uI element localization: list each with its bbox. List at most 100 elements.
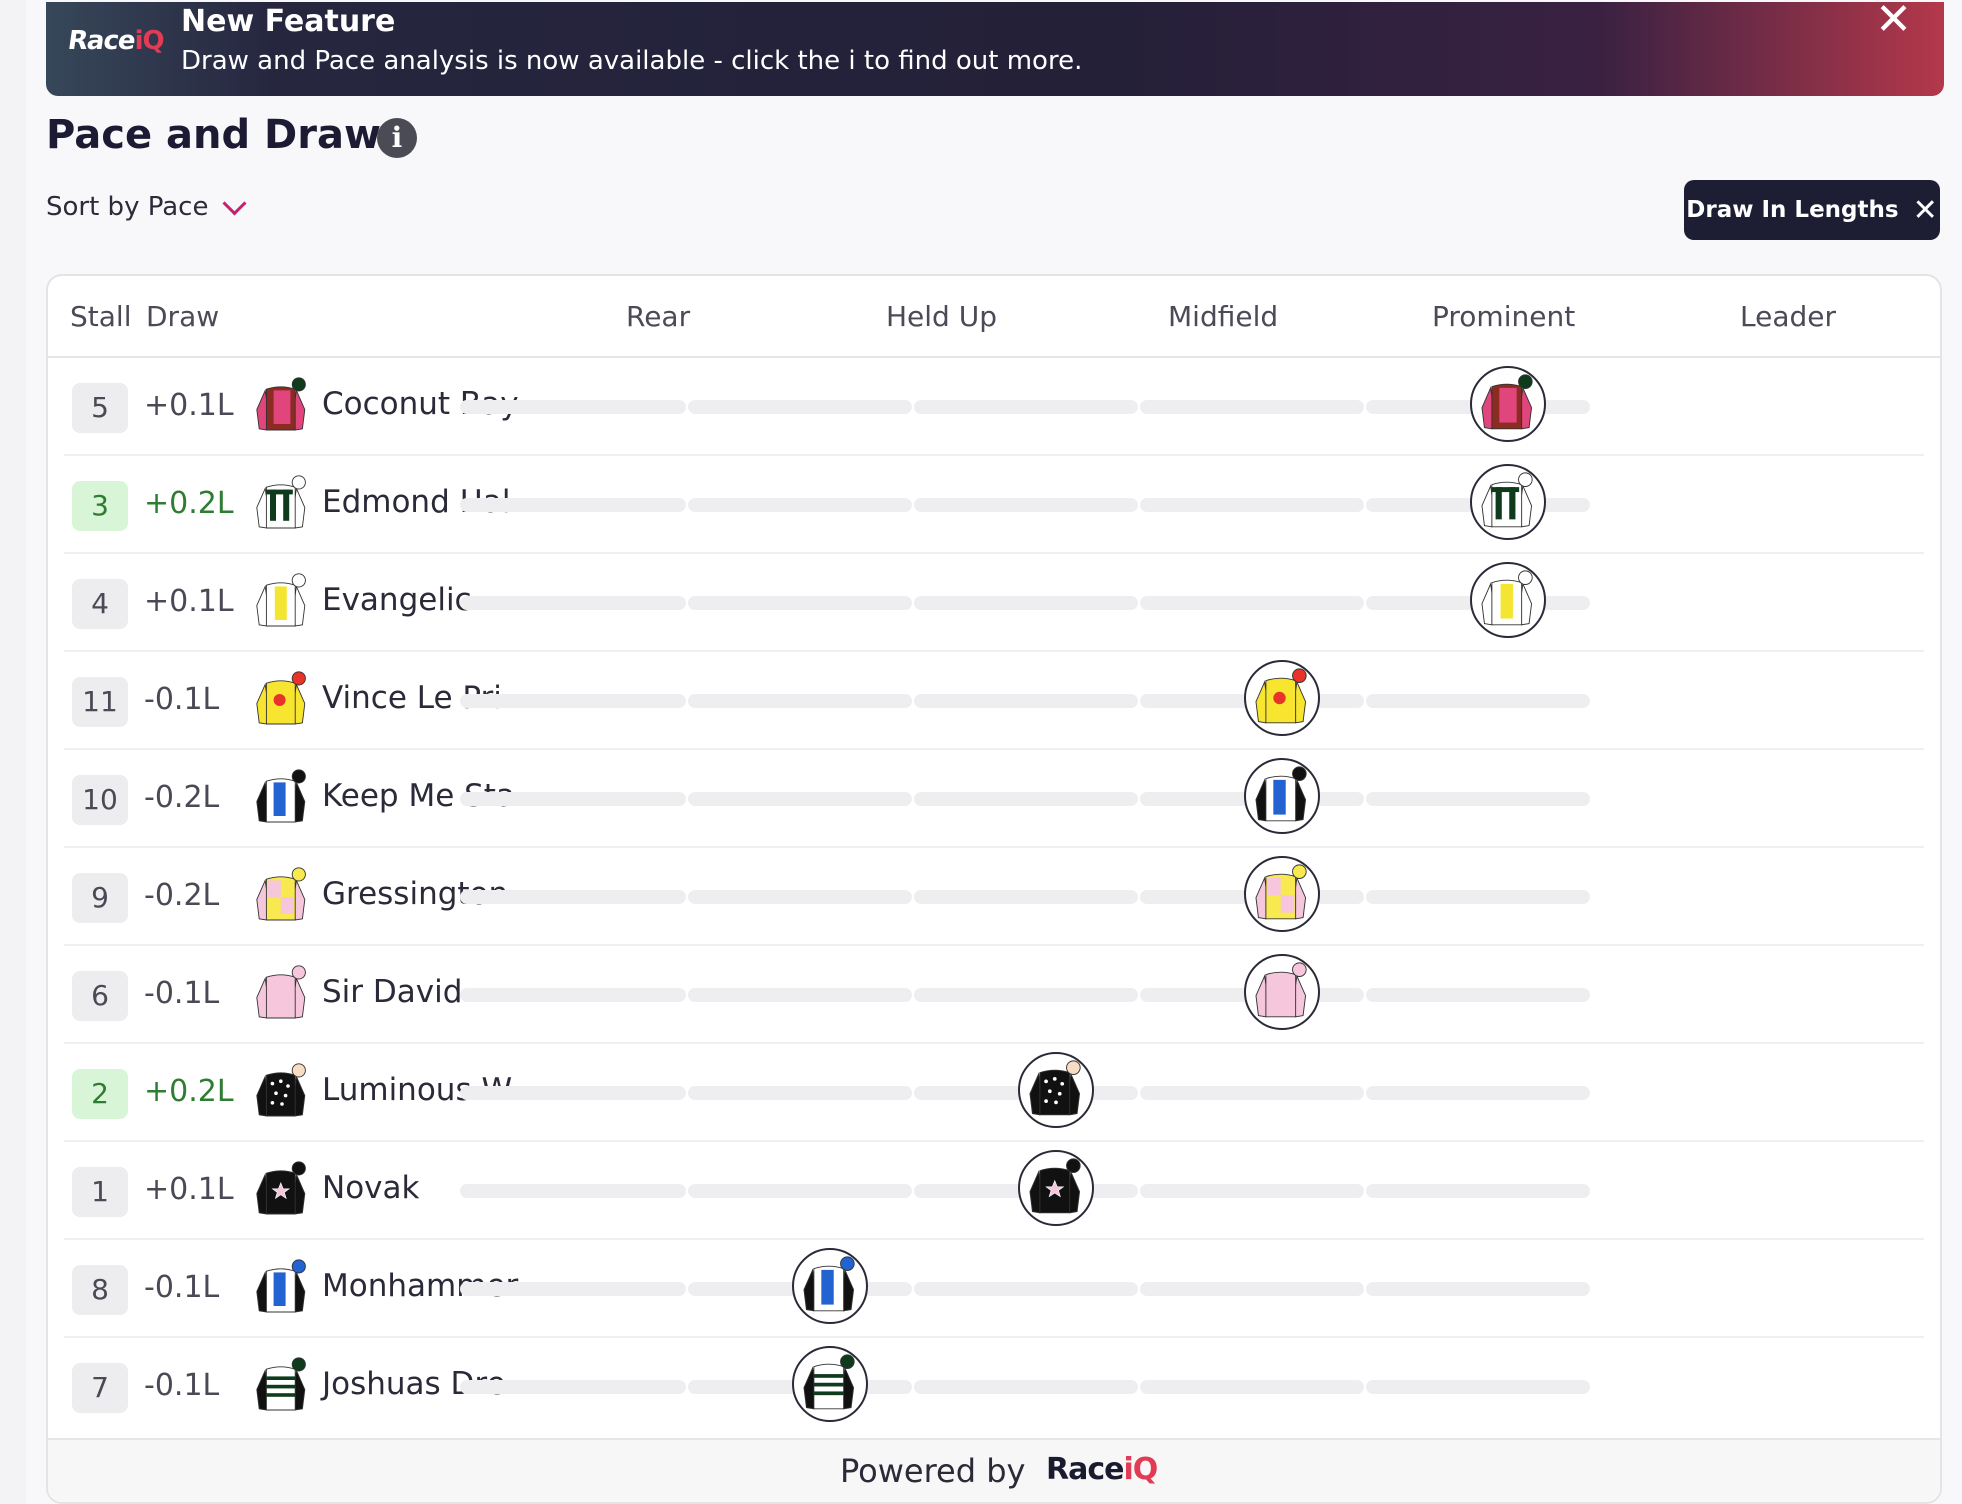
pace-track-segment: [914, 498, 1138, 512]
table-row[interactable]: 10 -0.2L Keep Me Sta...: [64, 750, 1924, 848]
pace-track-segment: [460, 400, 686, 414]
stall-badge: 2: [72, 1069, 128, 1119]
draw-value: +0.2L: [144, 1074, 234, 1109]
banner-title: New Feature: [181, 4, 396, 39]
logo-text: Race: [65, 26, 137, 56]
page-title: Pace and Draw: [46, 112, 381, 158]
table-row[interactable]: 4 +0.1L Evangelic: [64, 554, 1924, 652]
table-row[interactable]: 5 +0.1L Coconut Bay: [64, 358, 1924, 456]
info-icon[interactable]: i: [377, 118, 417, 158]
pace-position-marker[interactable]: [1470, 366, 1546, 442]
pace-position-marker[interactable]: [1018, 1052, 1094, 1128]
pace-track-segment: [460, 1184, 686, 1198]
pace-draw-table: Stall Draw Rear Held Up Midfield Promine…: [46, 274, 1942, 1504]
stall-badge: 1: [72, 1167, 128, 1217]
pace-position-marker[interactable]: [792, 1248, 868, 1324]
draw-value: -0.1L: [144, 1270, 220, 1305]
raceiq-footer-logo: RaceiQ: [1046, 1452, 1158, 1487]
footer-logo-text: Race: [1046, 1452, 1124, 1487]
stall-badge: 6: [72, 971, 128, 1021]
pace-track-segment: [688, 890, 912, 904]
pace-track-segment: [460, 890, 686, 904]
pace-position-marker[interactable]: [1470, 464, 1546, 540]
pace-position-marker[interactable]: [1244, 954, 1320, 1030]
stall-badge: 9: [72, 873, 128, 923]
draw-value: -0.1L: [144, 976, 220, 1011]
stall-badge: 5: [72, 383, 128, 433]
pace-track-segment: [1140, 1184, 1364, 1198]
pace-track-segment: [1366, 1086, 1590, 1100]
raceiq-logo: RaceiQ: [65, 26, 165, 56]
pace-track-segment: [1140, 596, 1364, 610]
pace-track-segment: [914, 1380, 1138, 1394]
pace-track-segment: [914, 792, 1138, 806]
column-header-leader: Leader: [1740, 300, 1837, 333]
pace-position-marker[interactable]: [1244, 660, 1320, 736]
column-header-draw: Draw: [146, 300, 220, 333]
jockey-silk-icon: [252, 1258, 312, 1318]
jockey-silk-icon: [252, 866, 312, 926]
column-header-stall: Stall: [70, 300, 132, 333]
pace-track-segment: [914, 400, 1138, 414]
left-edge-strip: [0, 0, 26, 1504]
pace-position-marker[interactable]: [1244, 758, 1320, 834]
pace-track-segment: [460, 1380, 686, 1394]
pace-track-segment: [1366, 1282, 1590, 1296]
pace-track-segment: [914, 988, 1138, 1002]
table-row[interactable]: 11 -0.1L Vince Le Pri...: [64, 652, 1924, 750]
stall-badge: 7: [72, 1363, 128, 1413]
pace-track-segment: [460, 694, 686, 708]
horse-name[interactable]: Novak: [322, 1170, 419, 1206]
draw-in-lengths-button[interactable]: Draw In Lengths ✕: [1684, 180, 1940, 240]
pace-position-marker[interactable]: [1018, 1150, 1094, 1226]
table-row[interactable]: 7 -0.1L Joshuas Dre...: [64, 1338, 1924, 1436]
table-row[interactable]: 8 -0.1L Monhammer: [64, 1240, 1924, 1338]
pace-track-segment: [1140, 1086, 1364, 1100]
pace-position-marker[interactable]: [1244, 856, 1320, 932]
footer-logo-accent: iQ: [1123, 1452, 1158, 1487]
horse-name[interactable]: Evangelic: [322, 582, 472, 618]
draw-value: -0.2L: [144, 780, 220, 815]
table-row[interactable]: 3 +0.2L Edmond Hal...: [64, 456, 1924, 554]
stall-badge: 4: [72, 579, 128, 629]
draw-value: -0.1L: [144, 1368, 220, 1403]
pace-track-segment: [688, 1086, 912, 1100]
draw-value: +0.2L: [144, 486, 234, 521]
pace-track-segment: [460, 1086, 686, 1100]
pace-track-segment: [688, 596, 912, 610]
stall-badge: 11: [72, 677, 128, 727]
jockey-silk-icon: [252, 768, 312, 828]
table-row[interactable]: 9 -0.2L Gressington: [64, 848, 1924, 946]
jockey-silk-icon: [252, 1356, 312, 1416]
pace-track-segment: [688, 694, 912, 708]
close-icon[interactable]: ✕: [1875, 0, 1912, 42]
pace-track-segment: [914, 890, 1138, 904]
pace-track-segment: [1140, 498, 1364, 512]
pace-track-segment: [688, 792, 912, 806]
pace-track-segment: [688, 400, 912, 414]
pace-position-marker[interactable]: [792, 1346, 868, 1422]
column-header-held-up: Held Up: [886, 300, 998, 333]
logo-accent: iQ: [134, 26, 165, 56]
pace-track-segment: [1140, 1380, 1364, 1394]
pace-track-segment: [460, 792, 686, 806]
new-feature-banner: RaceiQ New Feature Draw and Pace analysi…: [46, 0, 1944, 96]
stall-badge: 8: [72, 1265, 128, 1315]
chevron-down-icon: [222, 190, 247, 216]
jockey-silk-icon: [252, 572, 312, 632]
sort-dropdown[interactable]: Sort by Pace: [46, 190, 247, 222]
pace-track-segment: [460, 596, 686, 610]
jockey-silk-icon: [252, 376, 312, 436]
table-row[interactable]: 1 +0.1L Novak: [64, 1142, 1924, 1240]
pace-track-segment: [1366, 988, 1590, 1002]
pace-track-segment: [1366, 1184, 1590, 1198]
horse-name[interactable]: Sir David: [322, 974, 462, 1010]
pace-track-segment: [688, 498, 912, 512]
jockey-silk-icon: [252, 964, 312, 1024]
pace-track-segment: [1366, 890, 1590, 904]
column-header-midfield: Midfield: [1168, 300, 1279, 333]
pace-position-marker[interactable]: [1470, 562, 1546, 638]
table-row[interactable]: 6 -0.1L Sir David: [64, 946, 1924, 1044]
table-row[interactable]: 2 +0.2L Luminous W...: [64, 1044, 1924, 1142]
draw-value: +0.1L: [144, 1172, 234, 1207]
